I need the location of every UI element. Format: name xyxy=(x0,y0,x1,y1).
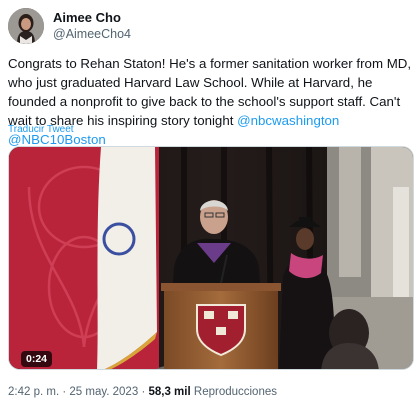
avatar[interactable] xyxy=(8,8,44,44)
views-count: 58,3 mil xyxy=(148,386,191,398)
author-name[interactable]: Aimee Cho xyxy=(53,10,121,25)
tweet-text-main: Congrats to Rehan Staton! He's a former … xyxy=(8,56,412,128)
tweet-meta: 2:42 p. m. · 25 may. 2023 · 58,3 mil Rep… xyxy=(8,386,277,398)
views-label: Reproducciones xyxy=(193,386,277,398)
translate-tweet-link[interactable]: Traducir Tweet xyxy=(8,124,74,135)
tweet-time[interactable]: 2:42 p. m. xyxy=(8,386,59,398)
meta-separator: · xyxy=(62,386,67,398)
tweet-date[interactable]: 25 may. 2023 xyxy=(69,386,138,398)
tweet-header: Aimee Cho @AimeeCho4 xyxy=(8,8,408,44)
video-thumbnail xyxy=(9,147,413,369)
mention-nbcwashington[interactable]: @nbcwashington xyxy=(237,113,339,128)
meta-separator: · xyxy=(141,386,146,398)
author-handle[interactable]: @AimeeCho4 xyxy=(53,27,131,41)
tweet-card: Aimee Cho @AimeeCho4 Congrats to Rehan S… xyxy=(0,0,420,407)
video-player[interactable]: 0:24 xyxy=(8,146,414,370)
video-duration-badge: 0:24 xyxy=(21,351,53,367)
